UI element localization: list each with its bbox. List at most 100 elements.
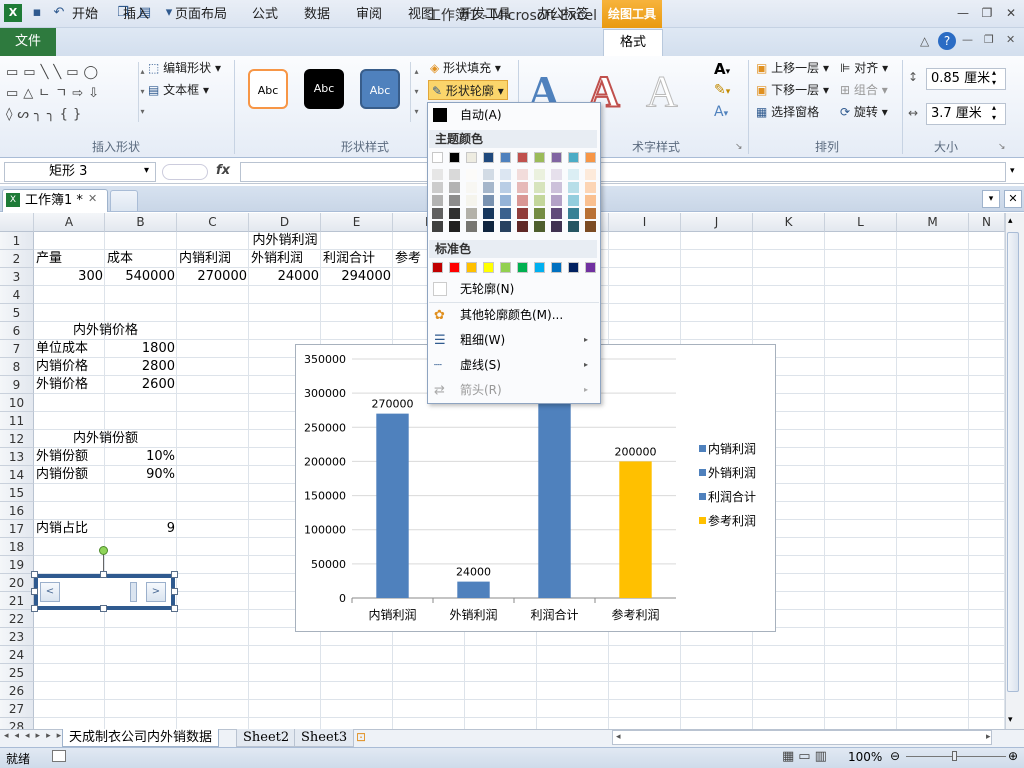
cell-b9[interactable]: 2600 bbox=[105, 376, 177, 394]
theme-color-swatch[interactable] bbox=[466, 152, 477, 163]
column-header[interactable]: A bbox=[34, 213, 105, 232]
theme-color-swatch[interactable] bbox=[517, 152, 528, 163]
theme-color-swatch[interactable] bbox=[449, 152, 460, 163]
theme-color-shade-swatch[interactable] bbox=[551, 182, 562, 193]
theme-color-swatch[interactable] bbox=[585, 152, 596, 163]
minimize-icon[interactable]: — bbox=[952, 5, 974, 21]
tab-page-layout[interactable]: 页面布局 bbox=[168, 2, 234, 28]
row-header[interactable]: 4 bbox=[0, 286, 34, 304]
size-dialog-launcher-icon[interactable]: ↘ bbox=[998, 142, 1006, 152]
theme-color-shade-swatch[interactable] bbox=[568, 221, 579, 232]
standard-color-swatch[interactable] bbox=[466, 262, 477, 273]
theme-color-shade-swatch[interactable] bbox=[534, 195, 545, 206]
cell-b17[interactable]: 9 bbox=[105, 520, 177, 538]
shapes-gallery-scroll-icon[interactable]: ▴ ▾ ▾ bbox=[138, 62, 146, 122]
cell-b3[interactable]: 540000 bbox=[105, 268, 177, 286]
row-header[interactable]: 13 bbox=[0, 448, 34, 466]
group-button[interactable]: ⊞ 组合 ▾ bbox=[840, 80, 888, 100]
cell-c3[interactable]: 270000 bbox=[177, 268, 249, 286]
zoom-slider-thumb[interactable] bbox=[952, 751, 957, 761]
cell-b7[interactable]: 1800 bbox=[105, 340, 177, 358]
tab-list-icon[interactable]: ▾ bbox=[982, 190, 1000, 208]
cell-b2[interactable]: 成本 bbox=[105, 250, 177, 268]
width-spinner-icon[interactable]: ▴ ▾ bbox=[992, 103, 996, 123]
menu-item-more-colors[interactable]: 其他轮廓颜色(M)... bbox=[432, 304, 592, 326]
theme-color-shade-swatch[interactable] bbox=[500, 182, 511, 193]
shape-outline-button[interactable]: ✎ 形状轮廓 ▾ bbox=[428, 80, 508, 100]
bring-forward-button[interactable]: ▣ 上移一层 ▾ bbox=[756, 58, 829, 78]
row-header[interactable]: 9 bbox=[0, 376, 34, 394]
theme-color-shade-swatch[interactable] bbox=[466, 182, 477, 193]
new-tab-button[interactable] bbox=[110, 190, 138, 212]
tab-insert[interactable]: 插入 bbox=[114, 2, 158, 28]
tab-developer[interactable]: 开发工具 bbox=[452, 2, 518, 28]
cell-e2[interactable]: 利润合计 bbox=[321, 250, 393, 268]
theme-color-shade-swatch[interactable] bbox=[483, 208, 494, 219]
theme-color-shade-swatch[interactable] bbox=[449, 208, 460, 219]
row-header[interactable]: 5 bbox=[0, 304, 34, 322]
resize-handle[interactable] bbox=[100, 605, 107, 612]
theme-color-shade-swatch[interactable] bbox=[483, 182, 494, 193]
row-header[interactable]: 17 bbox=[0, 520, 34, 538]
theme-color-shade-swatch[interactable] bbox=[432, 169, 443, 180]
standard-color-swatch[interactable] bbox=[551, 262, 562, 273]
align-button[interactable]: ⊫ 对齐 ▾ bbox=[840, 58, 888, 78]
resize-handle[interactable] bbox=[171, 588, 178, 595]
row-header[interactable]: 16 bbox=[0, 502, 34, 520]
row-header[interactable]: 20 bbox=[0, 574, 34, 592]
select-all-corner[interactable] bbox=[0, 213, 34, 232]
resize-handle[interactable] bbox=[171, 605, 178, 612]
theme-color-shade-swatch[interactable] bbox=[432, 195, 443, 206]
menu-item-dashes[interactable]: 虚线(S) bbox=[432, 354, 592, 376]
rotate-button[interactable]: ⟳ 旋转 ▾ bbox=[840, 102, 888, 122]
theme-color-swatch[interactable] bbox=[534, 152, 545, 163]
theme-color-shade-swatch[interactable] bbox=[585, 195, 596, 206]
menu-item-no-outline[interactable]: 无轮廓(N) bbox=[432, 278, 592, 300]
theme-color-shade-swatch[interactable] bbox=[483, 221, 494, 232]
sheet-tab[interactable]: Sheet3 bbox=[294, 729, 355, 747]
theme-color-shade-swatch[interactable] bbox=[551, 221, 562, 232]
standard-color-swatch[interactable] bbox=[449, 262, 460, 273]
row-header[interactable]: 27 bbox=[0, 700, 34, 718]
theme-color-shade-swatch[interactable] bbox=[534, 182, 545, 193]
row-header[interactable]: 25 bbox=[0, 664, 34, 682]
theme-color-shade-swatch[interactable] bbox=[432, 221, 443, 232]
shape-style-blue-fill[interactable]: Abc bbox=[360, 69, 400, 109]
theme-color-shade-swatch[interactable] bbox=[500, 195, 511, 206]
row-header[interactable]: 3 bbox=[0, 268, 34, 286]
row-header[interactable]: 10 bbox=[0, 394, 34, 412]
scroll-right-icon[interactable]: > bbox=[146, 582, 166, 602]
wordart-style-gray[interactable]: A bbox=[646, 66, 679, 117]
insert-function-icon[interactable]: fx bbox=[216, 163, 230, 178]
standard-color-swatch[interactable] bbox=[568, 262, 579, 273]
theme-color-shade-swatch[interactable] bbox=[585, 182, 596, 193]
scroll-down-icon[interactable]: ▾ bbox=[1008, 715, 1013, 725]
cell-c2[interactable]: 内销利润 bbox=[177, 250, 249, 268]
tab-office-tab[interactable]: 办公标签 bbox=[530, 2, 596, 28]
cell-a8[interactable]: 内销价格 bbox=[34, 358, 105, 376]
theme-color-shade-swatch[interactable] bbox=[466, 221, 477, 232]
zoom-level[interactable]: 100% bbox=[848, 750, 882, 764]
sheet-tab-active[interactable]: 天成制衣公司内外销数据 bbox=[62, 729, 220, 747]
theme-color-shade-swatch[interactable] bbox=[449, 195, 460, 206]
column-header[interactable]: C bbox=[177, 213, 249, 232]
close-icon[interactable]: ✕ bbox=[1000, 5, 1022, 21]
theme-color-shade-swatch[interactable] bbox=[500, 221, 511, 232]
doc-close-icon[interactable]: ✕ bbox=[1006, 33, 1015, 46]
row-header[interactable]: 11 bbox=[0, 412, 34, 430]
shape-style-orange-outline[interactable]: Abc bbox=[248, 69, 288, 109]
cell-a12[interactable]: 内外销份额 bbox=[34, 430, 177, 448]
row-header[interactable]: 8 bbox=[0, 358, 34, 376]
shapes-gallery[interactable]: ▭▭╲╲▭◯ ▭△ㄴㄱ⇨⇩ ◊ᔕ╮╮{} bbox=[6, 62, 136, 124]
expand-formula-bar-icon[interactable]: ▾ bbox=[1010, 166, 1015, 176]
row-header[interactable]: 18 bbox=[0, 538, 34, 556]
cell-a14[interactable]: 内销份额 bbox=[34, 466, 105, 484]
theme-color-shade-swatch[interactable] bbox=[517, 169, 528, 180]
cell-a13[interactable]: 外销份额 bbox=[34, 448, 105, 466]
tab-data[interactable]: 数据 bbox=[296, 2, 338, 28]
theme-color-shade-swatch[interactable] bbox=[517, 208, 528, 219]
scroll-left-icon[interactable]: < bbox=[40, 582, 60, 602]
tab-format[interactable]: 格式 bbox=[603, 29, 663, 56]
cell-b8[interactable]: 2800 bbox=[105, 358, 177, 376]
menu-item-arrows[interactable]: 箭头(R) bbox=[432, 379, 592, 401]
